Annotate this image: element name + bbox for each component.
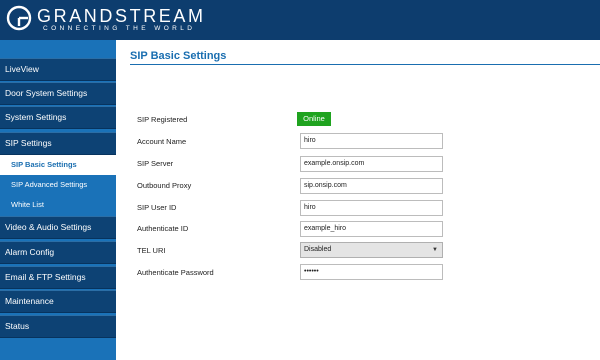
authenticate-password-label: Authenticate Password bbox=[137, 268, 214, 277]
main-panel: SIP Basic Settings SIP Registered Online… bbox=[116, 40, 600, 360]
sidebar-subitem-white-list[interactable]: White List bbox=[0, 195, 116, 215]
sidebar-subitem-sip-basic-settings[interactable]: SIP Basic Settings bbox=[0, 155, 116, 175]
sidebar-item-liveview[interactable]: LiveView bbox=[0, 58, 116, 81]
sidebar-item-door-system-settings[interactable]: Door System Settings bbox=[0, 82, 116, 105]
registration-status-badge: Online bbox=[297, 112, 331, 126]
account-name-label: Account Name bbox=[137, 137, 187, 146]
brand-logo[interactable]: GRANDSTREAM CONNECTING THE WORLD bbox=[5, 4, 210, 36]
authenticate-password-field[interactable]: •••••• bbox=[300, 264, 443, 280]
sip-registered-label: SIP Registered bbox=[137, 115, 188, 124]
tel-uri-select[interactable]: Disabled ▼ bbox=[300, 242, 443, 258]
authenticate-id-field[interactable]: example_hiro bbox=[300, 221, 443, 237]
sidebar-item-video-audio-settings[interactable]: Video & Audio Settings bbox=[0, 216, 116, 239]
sidebar-item-status[interactable]: Status bbox=[0, 315, 116, 338]
caret-down-icon: ▼ bbox=[432, 247, 438, 253]
account-name-field[interactable]: hiro bbox=[300, 133, 443, 149]
outbound-proxy-label: Outbound Proxy bbox=[137, 181, 192, 190]
sidebar-top-band bbox=[0, 40, 116, 58]
brand-name: GRANDSTREAM bbox=[37, 6, 206, 26]
sidebar-item-sip-settings[interactable]: SIP Settings bbox=[0, 132, 116, 155]
page-title: SIP Basic Settings bbox=[130, 50, 227, 62]
authenticate-id-label: Authenticate ID bbox=[137, 224, 189, 233]
sidebar-item-system-settings[interactable]: System Settings bbox=[0, 106, 116, 129]
outbound-proxy-field[interactable]: sip.onsip.com bbox=[300, 178, 443, 194]
sip-user-id-label: SIP User ID bbox=[137, 203, 177, 212]
sidebar: LiveView Door System Settings System Set… bbox=[0, 40, 116, 360]
title-divider bbox=[130, 64, 600, 65]
header: GRANDSTREAM CONNECTING THE WORLD bbox=[0, 0, 600, 40]
sip-server-field[interactable]: example.onsip.com bbox=[300, 156, 443, 172]
sidebar-item-alarm-config[interactable]: Alarm Config bbox=[0, 241, 116, 264]
sidebar-item-maintenance[interactable]: Maintenance bbox=[0, 290, 116, 313]
sidebar-item-email-ftp-settings[interactable]: Email & FTP Settings bbox=[0, 266, 116, 289]
tel-uri-label: TEL URI bbox=[137, 246, 166, 255]
tel-uri-selected-value: Disabled bbox=[304, 246, 332, 253]
brand-tagline: CONNECTING THE WORLD bbox=[43, 25, 196, 32]
sidebar-subitem-sip-advanced-settings[interactable]: SIP Advanced Settings bbox=[0, 175, 116, 195]
sip-user-id-field[interactable]: hiro bbox=[300, 200, 443, 216]
grandstream-logo-icon bbox=[6, 5, 32, 31]
sip-server-label: SIP Server bbox=[137, 159, 174, 168]
